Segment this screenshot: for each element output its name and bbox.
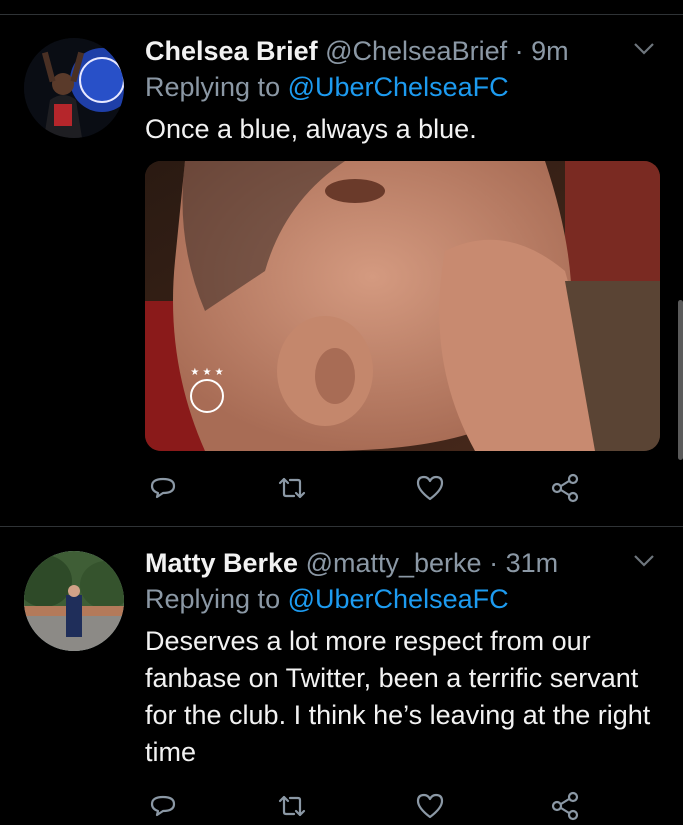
user-handle[interactable]: @ChelseaBrief <box>325 36 507 66</box>
avatar[interactable] <box>24 38 124 138</box>
avatar-image <box>24 38 124 138</box>
separator-dot: · <box>514 36 524 66</box>
replying-to: Replying to @UberChelseaFC <box>145 71 509 103</box>
chevron-down-icon[interactable] <box>633 553 655 569</box>
retweet-icon[interactable] <box>277 473 307 503</box>
like-icon[interactable] <box>415 791 445 821</box>
share-icon[interactable] <box>550 473 580 503</box>
share-icon[interactable] <box>550 791 580 821</box>
svg-text:★ ★ ★: ★ ★ ★ <box>190 367 223 378</box>
mention-link[interactable]: @UberChelseaFC <box>288 584 509 614</box>
scrollbar[interactable] <box>678 300 683 460</box>
like-icon[interactable] <box>415 473 445 503</box>
tweet-header: Chelsea Brief @ChelseaBrief · 9m <box>145 35 623 67</box>
separator-dot: · <box>489 548 499 578</box>
display-name[interactable]: Chelsea Brief <box>145 36 318 66</box>
replying-label: Replying to <box>145 584 281 614</box>
retweet-icon[interactable] <box>277 791 307 821</box>
timestamp[interactable]: 31m <box>506 548 559 578</box>
user-handle[interactable]: @matty_berke <box>306 548 482 578</box>
tweet-text: Deserves a lot more respect from our fan… <box>145 626 651 767</box>
avatar[interactable] <box>24 551 124 651</box>
tweet-header: Matty Berke @matty_berke · 31m <box>145 547 623 579</box>
tweet-actions <box>145 791 595 823</box>
replying-to: Replying to @UberChelseaFC <box>145 583 509 615</box>
media-photo: ★ ★ ★ <box>145 161 660 451</box>
replying-label: Replying to <box>145 72 281 102</box>
reply-icon[interactable] <box>148 473 178 503</box>
mention-link[interactable]: @UberChelseaFC <box>288 72 509 102</box>
tweet-media-image[interactable]: ★ ★ ★ <box>145 161 660 451</box>
tweet-matty-berke[interactable]: Matty Berke @matty_berke · 31m Replying … <box>0 527 683 825</box>
tweet-actions <box>145 473 595 505</box>
tweet-text: Once a blue, always a blue. <box>145 114 477 144</box>
chevron-down-icon[interactable] <box>633 41 655 57</box>
reply-icon[interactable] <box>148 791 178 821</box>
display-name[interactable]: Matty Berke <box>145 548 298 578</box>
timestamp[interactable]: 9m <box>531 36 569 66</box>
tweet-chelsea-brief[interactable]: Chelsea Brief @ChelseaBrief · 9m Replyin… <box>0 15 683 526</box>
avatar-image <box>24 551 124 651</box>
